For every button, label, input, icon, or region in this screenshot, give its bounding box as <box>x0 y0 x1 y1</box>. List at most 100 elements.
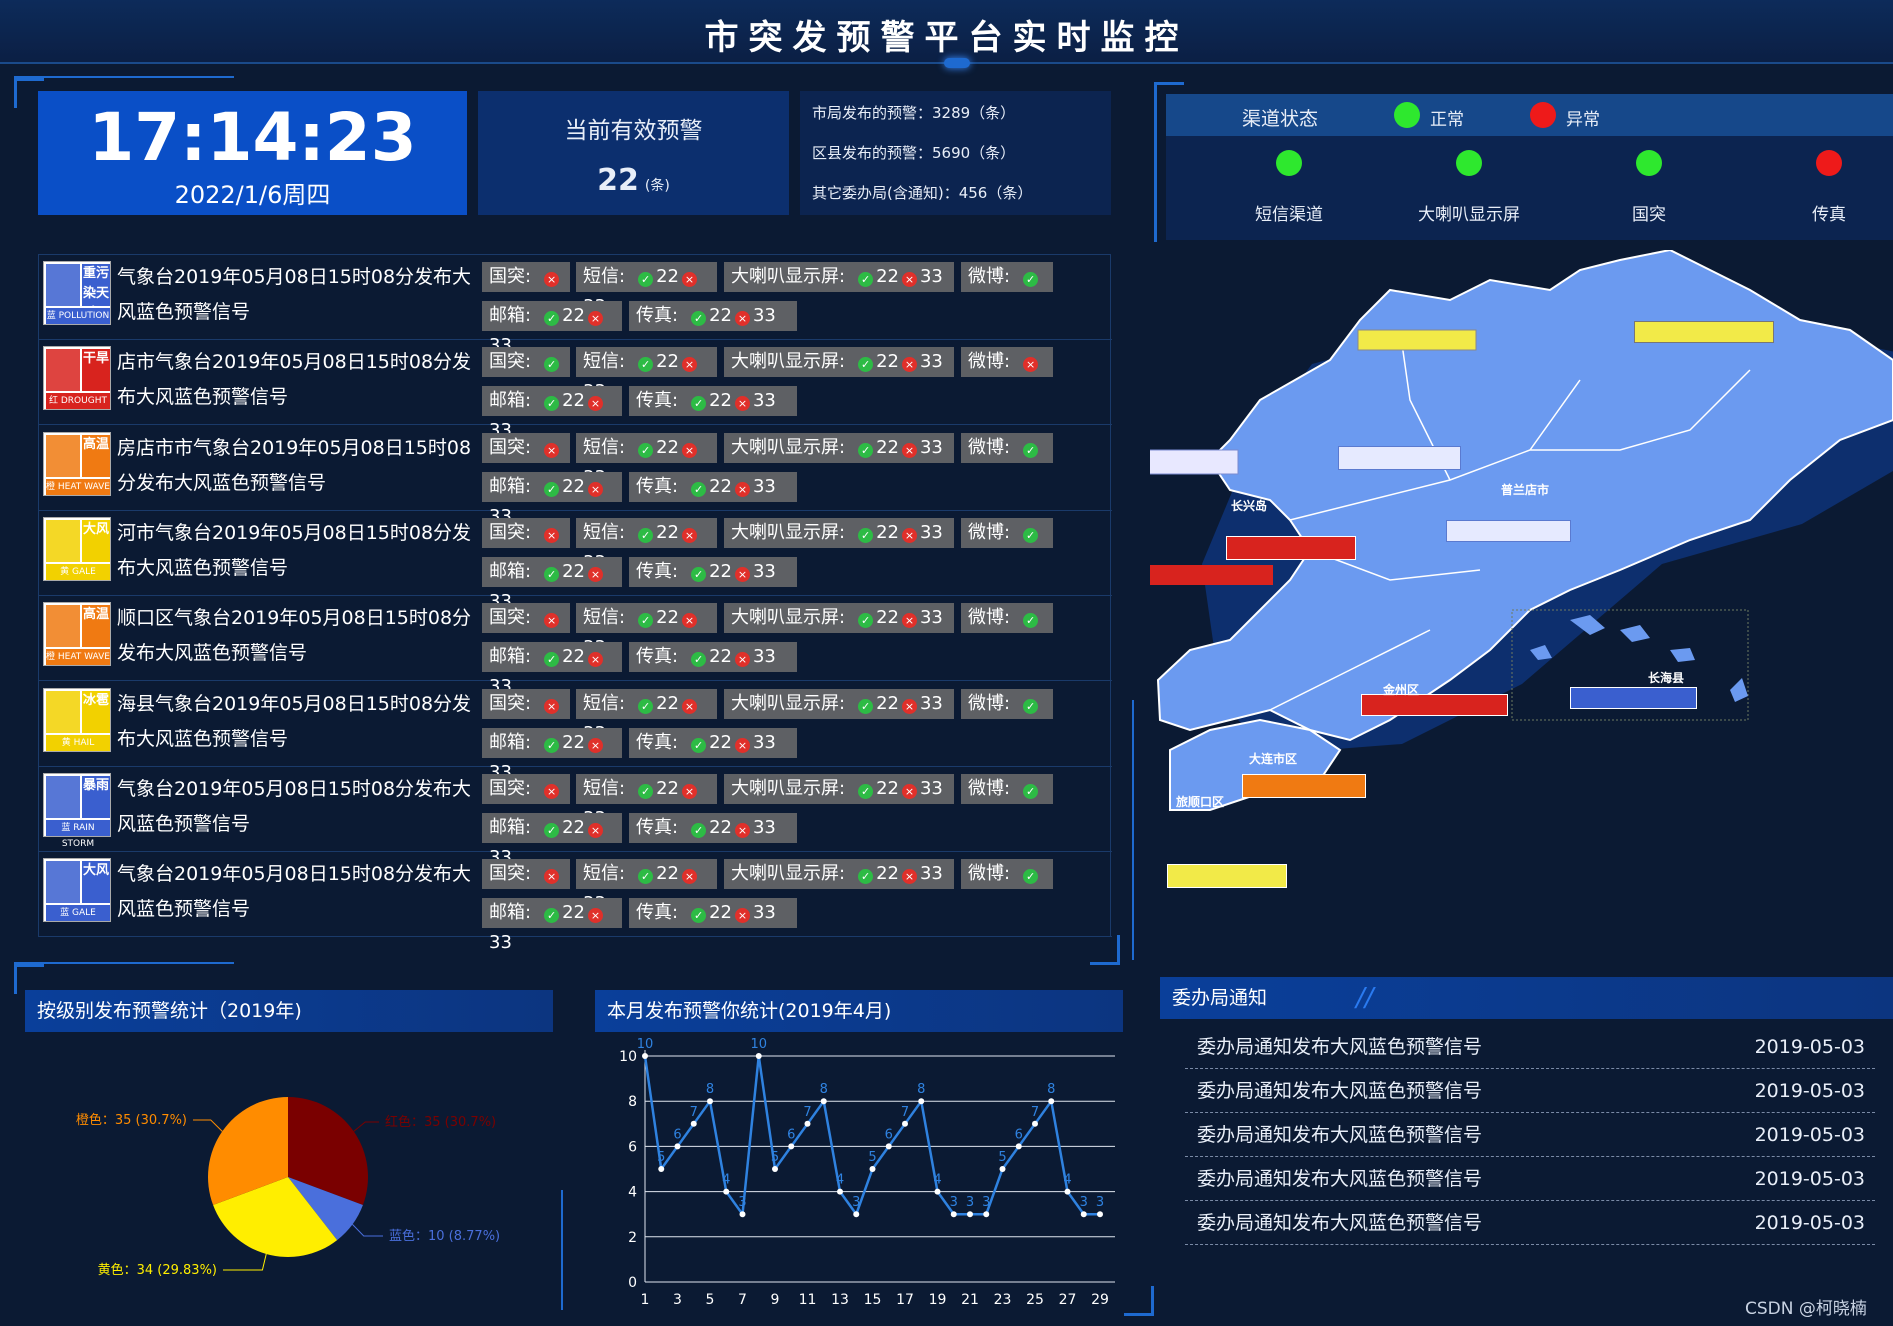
line-point[interactable] <box>772 1166 778 1172</box>
line-point[interactable] <box>837 1188 843 1195</box>
line-point[interactable] <box>918 1098 925 1105</box>
line-point[interactable] <box>1032 1120 1038 1127</box>
data-label: 4 <box>933 1173 941 1188</box>
alert-row[interactable]: 大风黄 GALE 河市气象台2019年05月08日15时08分发布大风蓝色预警信号… <box>39 511 1112 612</box>
data-label: 7 <box>901 1105 909 1120</box>
ok-icon: ✓ <box>544 737 560 753</box>
alert-row[interactable]: 暴雨蓝 RAIN STORM 气象台2019年05月08日15时08分发布大风蓝色… <box>39 767 1112 868</box>
tag-label: 微博: <box>968 266 1011 287</box>
line-point[interactable] <box>853 1211 860 1218</box>
y-tick-label: 0 <box>628 1275 637 1291</box>
legend-ok-lamp <box>1394 102 1420 128</box>
notice-date: 2019-05-03 <box>1754 1124 1865 1146</box>
stat-district: 区县发布的预警：5690（条） <box>812 144 1016 162</box>
line-point[interactable] <box>1015 1143 1022 1150</box>
alert-row[interactable]: 冰雹黄 HAIL 海县气象台2019年05月08日15时08分发布大风蓝色预警信号… <box>39 682 1112 783</box>
ok-icon: ✓ <box>638 698 654 714</box>
map-badge-rainstorm[interactable] <box>1570 687 1697 709</box>
map-badge-pollution[interactable] <box>1446 520 1571 542</box>
line-point[interactable] <box>950 1211 957 1218</box>
line-point[interactable] <box>1097 1211 1103 1218</box>
alert-row[interactable]: 重污染天气蓝 POLLUTION气象台2019年05月08日15时08分发布大风… <box>39 255 1112 356</box>
line-point[interactable] <box>755 1053 762 1059</box>
tag-label: 传真: <box>636 560 679 582</box>
notice-item[interactable]: 委办局通知发布大风蓝色预警信号 2019-05-03 <box>1185 1157 1875 1201</box>
data-label: 7 <box>690 1105 698 1120</box>
tag-label: 传真: <box>636 475 679 497</box>
channel-weibo: 微博: ✓ <box>961 688 1053 719</box>
tag-label: 传真: <box>636 731 679 753</box>
error-icon: × <box>544 783 560 799</box>
alert-row[interactable]: 干旱红 DROUGHT 店市气象台2019年05月08日15时08分发布大风蓝色预… <box>39 340 1112 441</box>
channel-status-lamp <box>1456 150 1482 176</box>
line-point[interactable] <box>707 1098 713 1105</box>
notice-item[interactable]: 委办局通知发布大风蓝色预警信号 2019-05-03 <box>1185 1069 1875 1113</box>
ok-count: 22 <box>709 475 732 497</box>
data-label: 3 <box>1080 1195 1088 1210</box>
line-point[interactable] <box>739 1211 746 1218</box>
line-point[interactable] <box>674 1143 681 1150</box>
y-tick-label: 6 <box>628 1139 637 1155</box>
alert-text[interactable]: 房店市市气象台2019年05月08日15时08分发布大风蓝色预警信号 <box>117 431 477 501</box>
error-count: 33 <box>752 560 776 582</box>
ok-icon: ✓ <box>858 698 874 714</box>
gale-blue-icon: 大风蓝 GALE <box>43 858 111 923</box>
tag-label: 大喇叭显示屏: <box>731 521 846 543</box>
ok-count: 22 <box>876 692 899 714</box>
icon-caption: 高温 <box>82 434 110 477</box>
map-badge-yellow[interactable] <box>1634 321 1774 343</box>
alert-text[interactable]: 河市气象台2019年05月08日15时08分发布大风蓝色预警信号 <box>117 516 477 586</box>
alert-text[interactable]: 店市气象台2019年05月08日15时08分发布大风蓝色预警信号 <box>117 345 477 415</box>
data-label: 6 <box>1015 1127 1023 1142</box>
title-deco-icon: // <box>1356 983 1374 1013</box>
alert-text[interactable]: 气象台2019年05月08日15时08分发布大风蓝色预警信号 <box>117 772 477 842</box>
region-map[interactable]: 长兴岛 普兰店市 金州区 大连市区 旅顺口区 长海县 <box>1019 248 1893 910</box>
line-point[interactable] <box>658 1166 665 1172</box>
channel-email: 邮箱: ✓ 22 ×33 <box>482 898 622 953</box>
map-label-dalian: 大连市区 <box>1249 752 1298 766</box>
channel-email: 邮箱: ✓ 22 ×33 <box>482 471 622 527</box>
ok-icon: ✓ <box>638 357 654 373</box>
line-point[interactable] <box>934 1188 941 1195</box>
icon-level: 蓝 GALE <box>46 905 110 922</box>
notice-item[interactable]: 委办局通知发布大风蓝色预警信号 2019-05-03 <box>1185 1201 1875 1245</box>
map-badge-gale[interactable] <box>1338 446 1461 470</box>
line-point[interactable] <box>902 1120 908 1127</box>
alert-row[interactable]: 大风蓝 GALE 气象台2019年05月08日15时08分发布大风蓝色预警信号 国突… <box>39 852 1112 953</box>
line-point[interactable] <box>642 1053 648 1059</box>
line-point[interactable] <box>869 1166 876 1172</box>
frame-line <box>561 1190 563 1310</box>
line-point[interactable] <box>983 1211 990 1218</box>
line-point[interactable] <box>690 1120 697 1127</box>
map-badge-drought[interactable] <box>1226 536 1356 560</box>
line-point[interactable] <box>967 1211 973 1218</box>
alert-row[interactable]: 高温橙 HEAT WAVE 房店市市气象台2019年05月08日15时08分发布大… <box>39 426 1112 527</box>
alert-row[interactable]: 高温橙 HEAT WAVE 顺口区气象台2019年05月08日15时08分发布大风… <box>39 596 1112 697</box>
map-badge-heat[interactable] <box>1242 774 1366 798</box>
alert-text[interactable]: 海县气象台2019年05月08日15时08分发布大风蓝色预警信号 <box>117 687 477 757</box>
line-point[interactable] <box>804 1120 811 1127</box>
line-point[interactable] <box>999 1166 1006 1172</box>
alert-text[interactable]: 顺口区气象台2019年05月08日15时08分发布大风蓝色预警信号 <box>117 601 477 671</box>
line-point[interactable] <box>1064 1188 1071 1195</box>
line-point[interactable] <box>820 1098 827 1105</box>
error-icon: × <box>587 311 603 326</box>
error-count: 33 <box>919 351 943 373</box>
error-icon: × <box>734 311 750 326</box>
notice-text: 委办局通知发布大风蓝色预警信号 <box>1197 1212 1483 1234</box>
line-point[interactable] <box>788 1143 795 1150</box>
rainstorm-icon: 暴雨蓝 RAIN STORM <box>43 772 111 849</box>
alert-text[interactable]: 气象台2019年05月08日15时08分发布大风蓝色预警信号 <box>117 260 477 330</box>
error-icon: × <box>544 527 560 543</box>
line-point[interactable] <box>885 1143 892 1150</box>
error-icon: × <box>587 481 603 497</box>
notice-item[interactable]: 委办局通知发布大风蓝色预警信号 2019-05-03 <box>1185 1025 1875 1069</box>
line-point[interactable] <box>1048 1098 1055 1105</box>
hail-icon: 冰雹黄 HAIL <box>43 687 111 752</box>
line-point[interactable] <box>1080 1211 1087 1218</box>
alert-text[interactable]: 气象台2019年05月08日15时08分发布大风蓝色预警信号 <box>117 857 477 927</box>
map-badge-gale-yellow[interactable] <box>1167 864 1287 888</box>
notice-item[interactable]: 委办局通知发布大风蓝色预警信号 2019-05-03 <box>1185 1113 1875 1157</box>
line-point[interactable] <box>723 1188 730 1195</box>
error-count: 33 <box>752 902 776 924</box>
